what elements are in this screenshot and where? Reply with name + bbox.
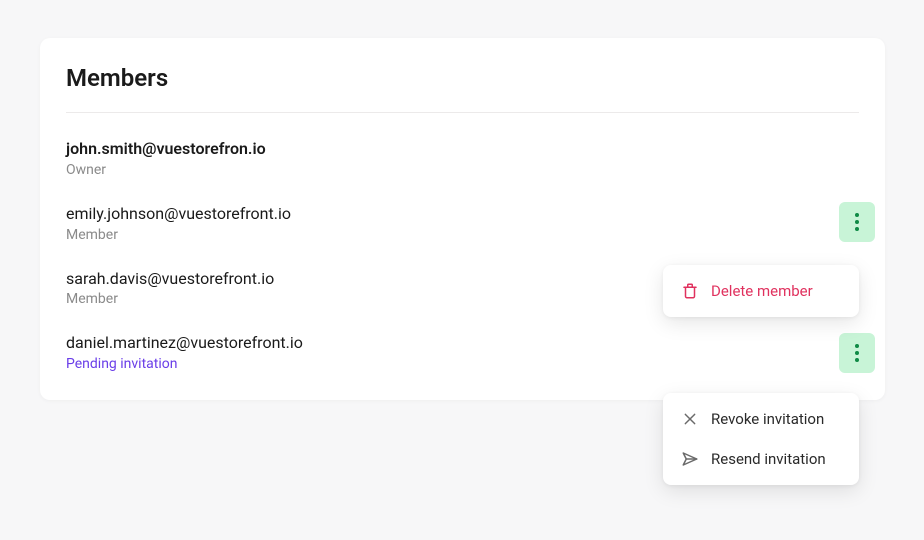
send-icon bbox=[681, 450, 699, 468]
member-info: john.smith@vuestorefron.io Owner bbox=[66, 139, 266, 178]
member-role: Pending invitation bbox=[66, 356, 303, 372]
member-actions-button[interactable] bbox=[839, 202, 875, 242]
member-row: emily.johnson@vuestorefront.io Member bbox=[66, 204, 859, 243]
close-icon bbox=[681, 410, 699, 428]
member-actions-menu: Delete member bbox=[663, 265, 859, 317]
menu-item-label: Delete member bbox=[711, 282, 813, 300]
invitation-actions-menu: Revoke invitation Resend invitation bbox=[663, 393, 859, 485]
member-role: Member bbox=[66, 227, 291, 243]
member-email: sarah.davis@vuestorefront.io bbox=[66, 269, 274, 290]
delete-member-item[interactable]: Delete member bbox=[663, 271, 859, 311]
member-info: emily.johnson@vuestorefront.io Member bbox=[66, 204, 291, 243]
more-vertical-icon bbox=[855, 213, 859, 231]
member-info: sarah.davis@vuestorefront.io Member bbox=[66, 269, 274, 308]
resend-invitation-item[interactable]: Resend invitation bbox=[663, 439, 859, 479]
member-row: daniel.martinez@vuestorefront.io Pending… bbox=[66, 333, 859, 372]
member-email: daniel.martinez@vuestorefront.io bbox=[66, 333, 303, 354]
member-role: Member bbox=[66, 291, 274, 307]
divider bbox=[66, 112, 859, 113]
menu-item-label: Resend invitation bbox=[711, 450, 826, 468]
member-actions-button[interactable] bbox=[839, 333, 875, 373]
member-email: john.smith@vuestorefron.io bbox=[66, 139, 266, 160]
member-row: john.smith@vuestorefron.io Owner bbox=[66, 139, 859, 178]
member-email: emily.johnson@vuestorefront.io bbox=[66, 204, 291, 225]
menu-item-label: Revoke invitation bbox=[711, 410, 824, 428]
member-info: daniel.martinez@vuestorefront.io Pending… bbox=[66, 333, 303, 372]
revoke-invitation-item[interactable]: Revoke invitation bbox=[663, 399, 859, 439]
more-vertical-icon bbox=[855, 344, 859, 362]
members-card: Members john.smith@vuestorefron.io Owner… bbox=[40, 38, 885, 400]
trash-icon bbox=[681, 282, 699, 300]
card-title: Members bbox=[66, 64, 859, 92]
member-role: Owner bbox=[66, 162, 266, 178]
